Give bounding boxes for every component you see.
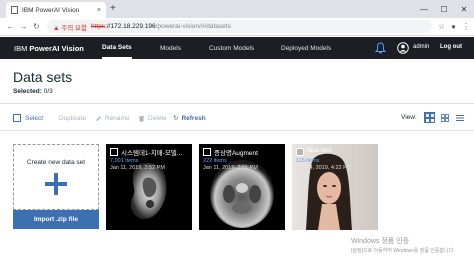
list-view-icon[interactable]: [454, 112, 465, 123]
brand-logo[interactable]: IBM PowerAI Vision: [14, 44, 84, 53]
dataset-checkbox[interactable]: [203, 148, 211, 156]
divider: [0, 103, 474, 104]
dataset-date: Jan 14, 2019, 4:22 PM: [296, 165, 352, 171]
browser-tab[interactable]: IBM PowerAI Vision ×: [6, 2, 106, 18]
refresh-label: Refresh: [181, 114, 206, 122]
dataset-name: 증상명Augment: [214, 150, 258, 157]
tab-close-icon[interactable]: ×: [97, 7, 101, 14]
new-tab-button[interactable]: +: [110, 3, 116, 14]
notification-bell-icon[interactable]: [375, 42, 386, 54]
dataset-checkbox[interactable]: [296, 148, 304, 156]
maximize-button[interactable]: ☐: [434, 0, 454, 18]
window-controls: — ☐ ✕: [414, 0, 474, 18]
url-host: ://172.18.229.196: [105, 23, 156, 30]
refresh-icon: ↻: [173, 115, 179, 122]
duplicate-button[interactable]: Duplicate: [59, 111, 86, 125]
dataset-item-count: 115 items: [296, 158, 320, 164]
rename-label: Rename: [105, 114, 130, 122]
windows-activation-subtitle: [설정]으로 이동하여 Windows를 정품 인증합니다.: [351, 248, 455, 254]
dataset-item-count: 7,001 items: [110, 158, 139, 164]
create-dataset-label: Create new data set: [26, 159, 86, 166]
view-label: View:: [401, 114, 417, 121]
tab-models[interactable]: Models: [160, 37, 181, 59]
selection-count: Selected: 0/3: [13, 88, 53, 95]
dataset-name: 시스템데1-치매-모델...: [121, 150, 183, 157]
dataset-date: Jan 11, 2019, 2:51 PM: [203, 165, 258, 171]
grid-view-icon[interactable]: [424, 112, 435, 123]
tab-data-sets[interactable]: Data Sets: [102, 37, 132, 59]
dataset-toolbar: Select Duplicate Rename Delete ↻ Refresh…: [0, 111, 474, 125]
selected-value: 0/3: [43, 88, 53, 95]
dataset-card[interactable]: 증상명Augment 222 items Jan 11, 2019, 2:51 …: [199, 144, 285, 230]
import-zip-button[interactable]: Import .zip file: [13, 210, 99, 229]
tab-custom-models[interactable]: Custom Models: [209, 37, 254, 59]
logout-button[interactable]: Log out: [440, 44, 462, 50]
user-name[interactable]: admin: [413, 44, 429, 50]
select-all-checkbox[interactable]: [13, 114, 21, 122]
duplicate-label: Duplicate: [59, 114, 87, 122]
dataset-thumbnail: [292, 144, 378, 230]
browser-address-bar: ← → ↻ ▲ 주의 요함 https ://172.18.229.196 /p…: [0, 18, 474, 36]
select-label: Select: [25, 114, 44, 122]
refresh-button[interactable]: ↻ Refresh: [173, 111, 206, 125]
app-header: IBM PowerAI Vision Data Sets Models Cust…: [0, 37, 474, 59]
dataset-card[interactable]: 시스템데1-치매-모델... 7,001 items Jan 11, 2019,…: [106, 144, 192, 230]
tile-view-icon[interactable]: [439, 112, 450, 123]
trash-icon: [139, 115, 144, 121]
profile-icon[interactable]: ●: [451, 22, 456, 31]
reload-icon[interactable]: ↻: [30, 22, 43, 31]
divider: [0, 130, 474, 131]
select-all-button[interactable]: Select: [13, 111, 43, 125]
page-title: Data sets: [13, 69, 73, 85]
window-close-button[interactable]: ✕: [454, 0, 474, 18]
selected-label: Selected:: [13, 88, 42, 95]
browser-tab-bar: IBM PowerAI Vision × + — ☐ ✕: [0, 0, 474, 18]
url-input[interactable]: ▲ 주의 요함 https ://172.18.229.196 /powerai…: [47, 20, 432, 33]
minimize-button[interactable]: —: [414, 0, 434, 18]
browser-tab-title: IBM PowerAI Vision: [22, 6, 80, 14]
rename-button[interactable]: Rename: [95, 111, 130, 125]
user-avatar-icon[interactable]: [397, 42, 409, 54]
back-arrow-icon[interactable]: ←: [4, 22, 17, 31]
url-scheme: https: [90, 23, 106, 30]
forward-arrow-icon[interactable]: →: [17, 22, 30, 31]
delete-button[interactable]: Delete: [138, 111, 167, 125]
tab-deployed-models[interactable]: Deployed Models: [281, 37, 331, 59]
dataset-date: Jan 11, 2019, 2:52 PM: [110, 165, 165, 171]
dataset-card[interactable]: face test 115 items Jan 14, 2019, 4:22 P…: [292, 144, 378, 230]
delete-label: Delete: [148, 114, 167, 122]
bookmark-star-icon[interactable]: ☆: [438, 22, 445, 31]
dataset-name: face test: [307, 147, 332, 154]
page-icon: [11, 6, 18, 14]
url-path: /powerai-vision/#/datasets: [155, 23, 231, 30]
create-dataset-card[interactable]: Create new data set: [13, 144, 99, 210]
windows-activation-title: Windows 정품 인증: [351, 238, 410, 245]
dataset-checkbox[interactable]: [110, 148, 118, 156]
security-warning[interactable]: ▲ 주의 요함: [53, 22, 87, 32]
pencil-icon: [96, 115, 101, 121]
browser-menu-icon[interactable]: ⋮: [462, 22, 470, 31]
dataset-item-count: 222 items: [203, 158, 227, 164]
